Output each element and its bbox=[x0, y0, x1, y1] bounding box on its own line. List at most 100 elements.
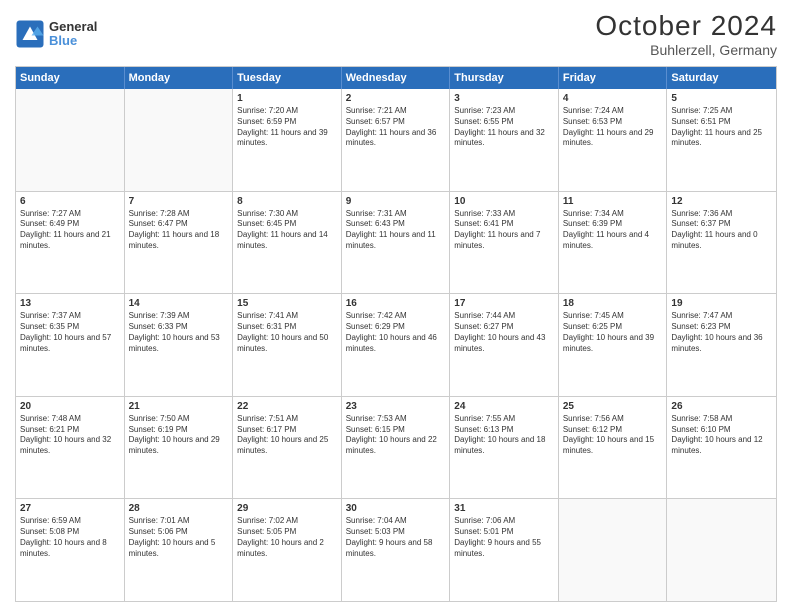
day-cell-1: 1Sunrise: 7:20 AM Sunset: 6:59 PM Daylig… bbox=[233, 89, 342, 191]
day-header-thursday: Thursday bbox=[450, 67, 559, 89]
day-cell-18: 18Sunrise: 7:45 AM Sunset: 6:25 PM Dayli… bbox=[559, 294, 668, 396]
week-row-3: 20Sunrise: 7:48 AM Sunset: 6:21 PM Dayli… bbox=[16, 397, 776, 500]
day-cell-13: 13Sunrise: 7:37 AM Sunset: 6:35 PM Dayli… bbox=[16, 294, 125, 396]
day-cell-21: 21Sunrise: 7:50 AM Sunset: 6:19 PM Dayli… bbox=[125, 397, 234, 499]
day-info: Sunrise: 7:56 AM Sunset: 6:12 PM Dayligh… bbox=[563, 414, 663, 457]
day-number: 15 bbox=[237, 297, 337, 310]
day-info: Sunrise: 7:25 AM Sunset: 6:51 PM Dayligh… bbox=[671, 106, 772, 149]
day-header-wednesday: Wednesday bbox=[342, 67, 451, 89]
day-header-friday: Friday bbox=[559, 67, 668, 89]
day-cell-17: 17Sunrise: 7:44 AM Sunset: 6:27 PM Dayli… bbox=[450, 294, 559, 396]
day-info: Sunrise: 7:41 AM Sunset: 6:31 PM Dayligh… bbox=[237, 311, 337, 354]
day-info: Sunrise: 7:55 AM Sunset: 6:13 PM Dayligh… bbox=[454, 414, 554, 457]
day-info: Sunrise: 7:45 AM Sunset: 6:25 PM Dayligh… bbox=[563, 311, 663, 354]
day-cell-8: 8Sunrise: 7:30 AM Sunset: 6:45 PM Daylig… bbox=[233, 192, 342, 294]
day-info: Sunrise: 7:27 AM Sunset: 6:49 PM Dayligh… bbox=[20, 209, 120, 252]
day-header-saturday: Saturday bbox=[667, 67, 776, 89]
day-info: Sunrise: 7:58 AM Sunset: 6:10 PM Dayligh… bbox=[671, 414, 772, 457]
day-info: Sunrise: 7:36 AM Sunset: 6:37 PM Dayligh… bbox=[671, 209, 772, 252]
day-number: 3 bbox=[454, 92, 554, 105]
day-info: Sunrise: 7:01 AM Sunset: 5:06 PM Dayligh… bbox=[129, 516, 229, 559]
day-cell-3: 3Sunrise: 7:23 AM Sunset: 6:55 PM Daylig… bbox=[450, 89, 559, 191]
day-cell-16: 16Sunrise: 7:42 AM Sunset: 6:29 PM Dayli… bbox=[342, 294, 451, 396]
day-cell-31: 31Sunrise: 7:06 AM Sunset: 5:01 PM Dayli… bbox=[450, 499, 559, 601]
day-cell-27: 27Sunrise: 6:59 AM Sunset: 5:08 PM Dayli… bbox=[16, 499, 125, 601]
day-cell-20: 20Sunrise: 7:48 AM Sunset: 6:21 PM Dayli… bbox=[16, 397, 125, 499]
day-number: 24 bbox=[454, 400, 554, 413]
day-cell-24: 24Sunrise: 7:55 AM Sunset: 6:13 PM Dayli… bbox=[450, 397, 559, 499]
day-number: 22 bbox=[237, 400, 337, 413]
calendar-subtitle: Buhlerzell, Germany bbox=[595, 42, 777, 58]
day-number: 10 bbox=[454, 195, 554, 208]
day-number: 18 bbox=[563, 297, 663, 310]
logo-text: General Blue bbox=[49, 20, 97, 49]
day-cell-4: 4Sunrise: 7:24 AM Sunset: 6:53 PM Daylig… bbox=[559, 89, 668, 191]
day-cell-15: 15Sunrise: 7:41 AM Sunset: 6:31 PM Dayli… bbox=[233, 294, 342, 396]
day-cell-23: 23Sunrise: 7:53 AM Sunset: 6:15 PM Dayli… bbox=[342, 397, 451, 499]
day-info: Sunrise: 7:04 AM Sunset: 5:03 PM Dayligh… bbox=[346, 516, 446, 559]
empty-cell bbox=[667, 499, 776, 601]
day-number: 8 bbox=[237, 195, 337, 208]
day-number: 12 bbox=[671, 195, 772, 208]
day-cell-22: 22Sunrise: 7:51 AM Sunset: 6:17 PM Dayli… bbox=[233, 397, 342, 499]
day-cell-28: 28Sunrise: 7:01 AM Sunset: 5:06 PM Dayli… bbox=[125, 499, 234, 601]
day-info: Sunrise: 7:24 AM Sunset: 6:53 PM Dayligh… bbox=[563, 106, 663, 149]
day-info: Sunrise: 7:33 AM Sunset: 6:41 PM Dayligh… bbox=[454, 209, 554, 252]
day-info: Sunrise: 7:39 AM Sunset: 6:33 PM Dayligh… bbox=[129, 311, 229, 354]
calendar-header: SundayMondayTuesdayWednesdayThursdayFrid… bbox=[16, 67, 776, 89]
empty-cell bbox=[559, 499, 668, 601]
day-header-sunday: Sunday bbox=[16, 67, 125, 89]
empty-cell bbox=[16, 89, 125, 191]
logo: General Blue bbox=[15, 19, 97, 49]
week-row-2: 13Sunrise: 7:37 AM Sunset: 6:35 PM Dayli… bbox=[16, 294, 776, 397]
day-number: 26 bbox=[671, 400, 772, 413]
day-number: 20 bbox=[20, 400, 120, 413]
day-cell-19: 19Sunrise: 7:47 AM Sunset: 6:23 PM Dayli… bbox=[667, 294, 776, 396]
day-info: Sunrise: 7:37 AM Sunset: 6:35 PM Dayligh… bbox=[20, 311, 120, 354]
logo-line1: General bbox=[49, 20, 97, 34]
day-number: 16 bbox=[346, 297, 446, 310]
day-number: 19 bbox=[671, 297, 772, 310]
day-info: Sunrise: 7:48 AM Sunset: 6:21 PM Dayligh… bbox=[20, 414, 120, 457]
logo-icon bbox=[15, 19, 45, 49]
day-info: Sunrise: 7:47 AM Sunset: 6:23 PM Dayligh… bbox=[671, 311, 772, 354]
day-cell-29: 29Sunrise: 7:02 AM Sunset: 5:05 PM Dayli… bbox=[233, 499, 342, 601]
day-number: 31 bbox=[454, 502, 554, 515]
logo-line2: Blue bbox=[49, 34, 97, 48]
day-info: Sunrise: 7:20 AM Sunset: 6:59 PM Dayligh… bbox=[237, 106, 337, 149]
week-row-0: 1Sunrise: 7:20 AM Sunset: 6:59 PM Daylig… bbox=[16, 89, 776, 192]
day-info: Sunrise: 7:02 AM Sunset: 5:05 PM Dayligh… bbox=[237, 516, 337, 559]
day-number: 9 bbox=[346, 195, 446, 208]
day-number: 30 bbox=[346, 502, 446, 515]
day-number: 1 bbox=[237, 92, 337, 105]
day-cell-6: 6Sunrise: 7:27 AM Sunset: 6:49 PM Daylig… bbox=[16, 192, 125, 294]
day-number: 29 bbox=[237, 502, 337, 515]
day-number: 6 bbox=[20, 195, 120, 208]
week-row-4: 27Sunrise: 6:59 AM Sunset: 5:08 PM Dayli… bbox=[16, 499, 776, 601]
day-number: 21 bbox=[129, 400, 229, 413]
page: General Blue October 2024 Buhlerzell, Ge… bbox=[0, 0, 792, 612]
day-number: 27 bbox=[20, 502, 120, 515]
day-info: Sunrise: 7:51 AM Sunset: 6:17 PM Dayligh… bbox=[237, 414, 337, 457]
day-info: Sunrise: 7:42 AM Sunset: 6:29 PM Dayligh… bbox=[346, 311, 446, 354]
empty-cell bbox=[125, 89, 234, 191]
day-info: Sunrise: 7:21 AM Sunset: 6:57 PM Dayligh… bbox=[346, 106, 446, 149]
day-cell-26: 26Sunrise: 7:58 AM Sunset: 6:10 PM Dayli… bbox=[667, 397, 776, 499]
day-number: 28 bbox=[129, 502, 229, 515]
day-cell-2: 2Sunrise: 7:21 AM Sunset: 6:57 PM Daylig… bbox=[342, 89, 451, 191]
day-number: 11 bbox=[563, 195, 663, 208]
day-number: 7 bbox=[129, 195, 229, 208]
day-info: Sunrise: 7:28 AM Sunset: 6:47 PM Dayligh… bbox=[129, 209, 229, 252]
day-cell-12: 12Sunrise: 7:36 AM Sunset: 6:37 PM Dayli… bbox=[667, 192, 776, 294]
calendar-title: October 2024 bbox=[595, 10, 777, 42]
day-number: 13 bbox=[20, 297, 120, 310]
day-number: 23 bbox=[346, 400, 446, 413]
day-header-tuesday: Tuesday bbox=[233, 67, 342, 89]
day-info: Sunrise: 7:30 AM Sunset: 6:45 PM Dayligh… bbox=[237, 209, 337, 252]
day-info: Sunrise: 7:06 AM Sunset: 5:01 PM Dayligh… bbox=[454, 516, 554, 559]
day-number: 4 bbox=[563, 92, 663, 105]
day-info: Sunrise: 7:34 AM Sunset: 6:39 PM Dayligh… bbox=[563, 209, 663, 252]
day-info: Sunrise: 7:53 AM Sunset: 6:15 PM Dayligh… bbox=[346, 414, 446, 457]
day-cell-25: 25Sunrise: 7:56 AM Sunset: 6:12 PM Dayli… bbox=[559, 397, 668, 499]
day-info: Sunrise: 6:59 AM Sunset: 5:08 PM Dayligh… bbox=[20, 516, 120, 559]
